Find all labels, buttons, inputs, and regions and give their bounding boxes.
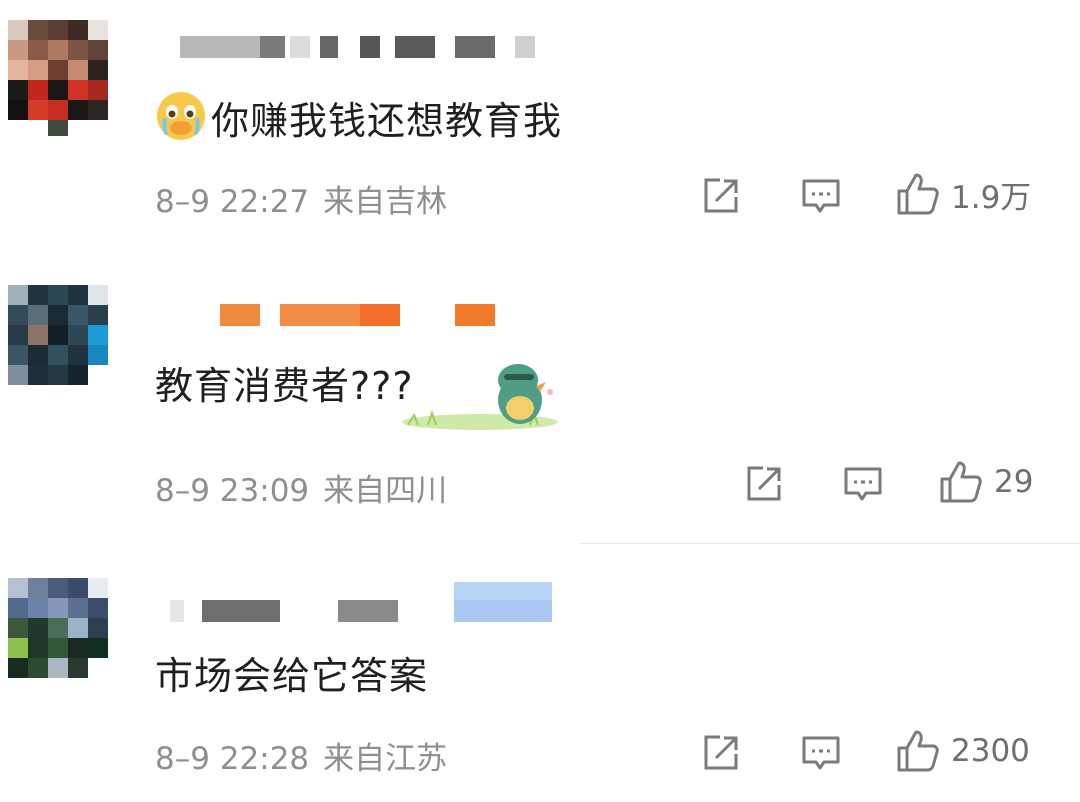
divider	[580, 543, 1080, 544]
location: 来自江苏	[323, 741, 448, 777]
like-button[interactable]: 1.9万	[895, 172, 1031, 216]
location: 来自吉林	[323, 184, 448, 220]
share-button[interactable]	[700, 174, 742, 218]
comment-text: 教育消费者???	[155, 364, 414, 408]
share-icon	[704, 178, 738, 213]
thumbs-up-icon	[897, 730, 939, 772]
comment-icon	[802, 179, 840, 213]
reply-button[interactable]	[800, 174, 842, 218]
share-icon	[704, 735, 738, 770]
reply-button[interactable]	[800, 731, 842, 775]
like-button[interactable]: 2300	[895, 729, 1030, 773]
thumbs-up-icon	[897, 173, 939, 215]
like-count: 2300	[951, 733, 1030, 769]
username-blurred[interactable]	[170, 582, 560, 622]
comment-icon	[802, 736, 840, 770]
comment-text: 你赚我钱还想教育我	[155, 90, 562, 151]
dinosaur-sticker	[400, 330, 560, 430]
share-button[interactable]	[743, 462, 785, 506]
like-count: 1.9万	[951, 179, 1032, 216]
comment-meta: 8–9 22:27 来自吉林	[155, 176, 447, 221]
comment-icon	[844, 467, 882, 501]
username-blurred[interactable]	[180, 36, 540, 58]
comment-meta: 8–9 22:28 来自江苏	[155, 733, 447, 778]
avatar[interactable]	[8, 20, 124, 136]
avatar[interactable]	[8, 285, 124, 401]
crying-face-icon	[155, 90, 207, 151]
like-count: 29	[994, 464, 1034, 500]
comment-item: 你赚我钱还想教育我 8–9 22:27 来自吉林 1.9万	[0, 0, 1080, 240]
like-button[interactable]: 29	[938, 460, 1033, 504]
comment-meta: 8–9 23:09 来自四川	[155, 465, 447, 510]
location: 来自四川	[323, 473, 448, 509]
comment-text: 市场会给它答案	[155, 654, 429, 698]
reply-button[interactable]	[842, 462, 884, 506]
timestamp: 8–9 23:09	[155, 473, 310, 509]
timestamp: 8–9 22:27	[155, 184, 310, 220]
thumbs-up-icon	[940, 461, 982, 503]
share-icon	[747, 466, 781, 501]
timestamp: 8–9 22:28	[155, 741, 310, 777]
share-button[interactable]	[700, 731, 742, 775]
avatar[interactable]	[8, 578, 124, 694]
username-blurred[interactable]	[220, 304, 500, 326]
